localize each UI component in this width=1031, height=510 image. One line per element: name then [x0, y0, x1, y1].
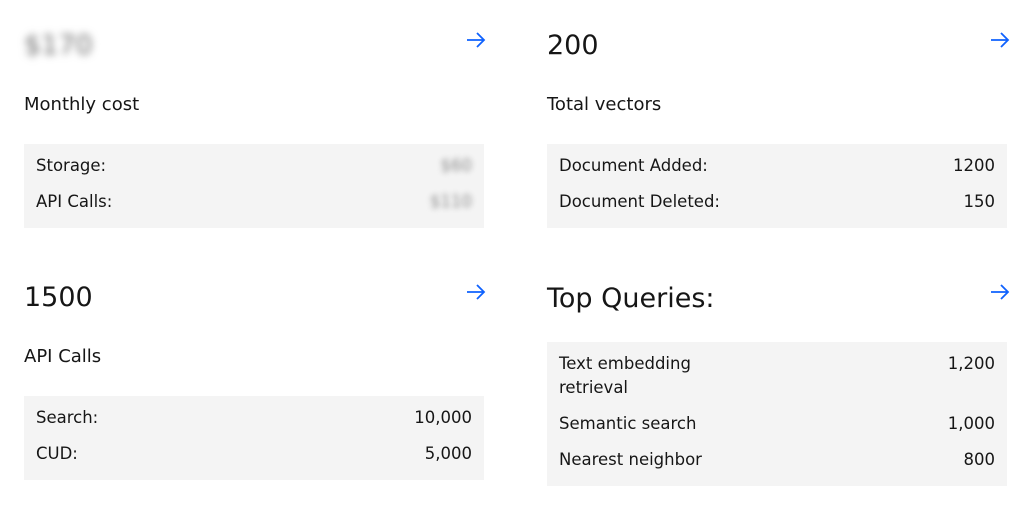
query-count: 1,000	[947, 414, 995, 433]
arrow-right-icon[interactable]	[464, 28, 488, 52]
query-label: Text embedding retrieval	[559, 354, 691, 397]
api-calls-card: 1500 API Calls Search: 10,000 CUD: 5,000	[24, 280, 486, 480]
total-vectors-subtitle: Total vectors	[547, 94, 662, 115]
row-label: API Calls:	[36, 192, 113, 211]
row-label: Storage:	[36, 156, 107, 175]
query-label: Nearest neighbor	[559, 450, 702, 469]
query-row: Text embedding retrieval 1,200	[559, 352, 995, 400]
breakdown-row: Storage: $60	[36, 154, 472, 178]
row-label: CUD:	[36, 444, 78, 463]
breakdown-row: Document Added: 1200	[559, 154, 995, 178]
row-value: 5,000	[424, 444, 472, 463]
row-label: Search:	[36, 408, 99, 427]
query-count: 1,200	[947, 354, 995, 373]
arrow-right-icon[interactable]	[988, 28, 1012, 52]
row-value: 150	[963, 192, 996, 211]
breakdown-row: Search: 10,000	[36, 406, 472, 430]
monthly-cost-card: $170 Monthly cost Storage: $60 API Calls…	[24, 28, 486, 228]
query-row: Nearest neighbor 800	[559, 448, 995, 472]
breakdown-row: Document Deleted: 150	[559, 190, 995, 214]
total-vectors-card: 200 Total vectors Document Added: 1200 D…	[547, 28, 1010, 228]
breakdown-row: API Calls: $110	[36, 190, 472, 214]
top-queries-card: Top Queries: Text embedding retrieval 1,…	[547, 280, 1010, 486]
monthly-cost-value: $170	[24, 30, 93, 61]
api-calls-breakdown: Search: 10,000 CUD: 5,000	[24, 396, 484, 480]
breakdown-row: CUD: 5,000	[36, 442, 472, 466]
arrow-right-icon[interactable]	[464, 280, 488, 304]
total-vectors-value: 200	[547, 30, 599, 61]
row-label: Document Added:	[559, 156, 708, 175]
row-value: 1200	[953, 156, 995, 175]
row-value: $60	[440, 156, 473, 175]
monthly-cost-breakdown: Storage: $60 API Calls: $110	[24, 144, 484, 228]
top-queries-list: Text embedding retrieval 1,200 Semantic …	[547, 342, 1007, 486]
row-value: 10,000	[414, 408, 472, 427]
row-value: $110	[430, 192, 472, 211]
monthly-cost-subtitle: Monthly cost	[24, 94, 140, 115]
query-row: Semantic search 1,000	[559, 412, 995, 436]
arrow-right-icon[interactable]	[988, 280, 1012, 304]
total-vectors-breakdown: Document Added: 1200 Document Deleted: 1…	[547, 144, 1007, 228]
query-count: 800	[963, 450, 996, 469]
query-label: Semantic search	[559, 414, 697, 433]
api-calls-value: 1500	[24, 282, 93, 313]
row-label: Document Deleted:	[559, 192, 720, 211]
top-queries-title: Top Queries:	[547, 283, 715, 314]
api-calls-subtitle: API Calls	[24, 346, 102, 367]
